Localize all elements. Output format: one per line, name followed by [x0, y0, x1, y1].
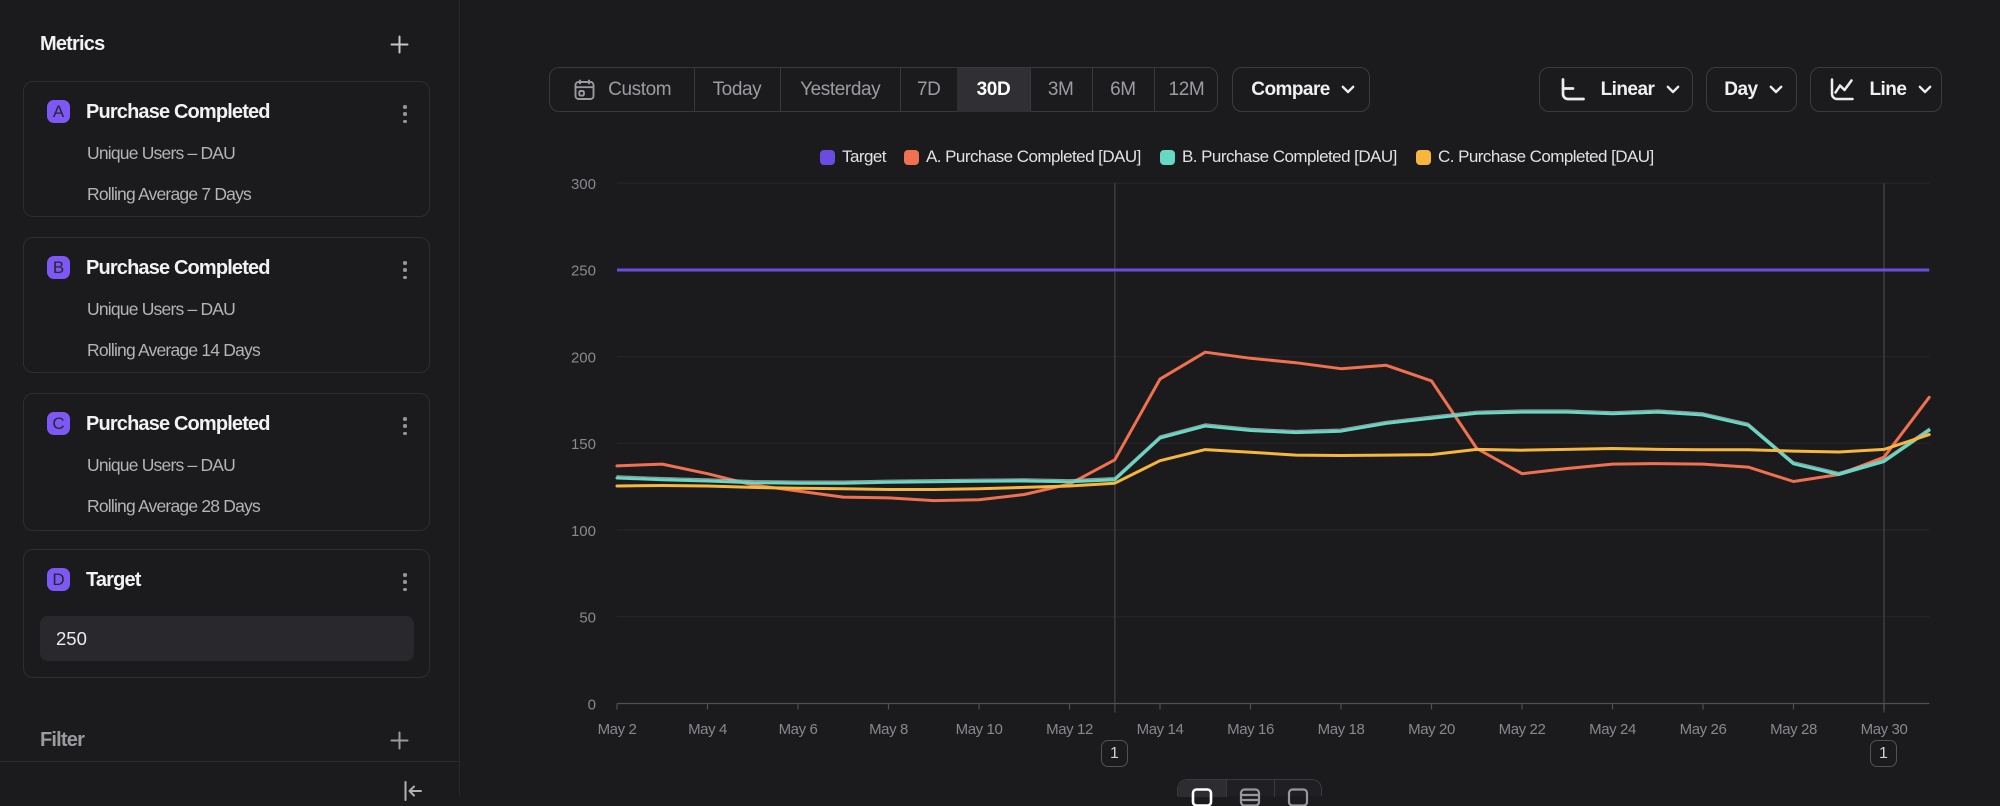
svg-text:May 14: May 14 [1137, 721, 1184, 738]
svg-text:200: 200 [571, 349, 596, 366]
svg-text:May 18: May 18 [1318, 721, 1365, 738]
svg-text:May 26: May 26 [1680, 721, 1727, 738]
svg-text:May 2: May 2 [598, 721, 637, 738]
svg-text:0: 0 [588, 696, 596, 713]
svg-text:300: 300 [571, 176, 596, 193]
svg-text:May 10: May 10 [956, 721, 1003, 738]
svg-text:May 22: May 22 [1499, 721, 1546, 738]
svg-text:May 12: May 12 [1046, 721, 1093, 738]
svg-text:May 30: May 30 [1861, 721, 1908, 738]
svg-text:May 20: May 20 [1408, 721, 1455, 738]
svg-text:100: 100 [571, 523, 596, 540]
svg-text:May 16: May 16 [1227, 721, 1274, 738]
svg-text:50: 50 [579, 610, 596, 627]
svg-text:May 6: May 6 [779, 721, 818, 738]
svg-text:May 8: May 8 [869, 721, 908, 738]
svg-text:May 4: May 4 [688, 721, 727, 738]
svg-text:250: 250 [571, 263, 596, 280]
svg-text:150: 150 [571, 436, 596, 453]
svg-text:May 28: May 28 [1770, 721, 1817, 738]
svg-text:May 24: May 24 [1589, 721, 1636, 738]
